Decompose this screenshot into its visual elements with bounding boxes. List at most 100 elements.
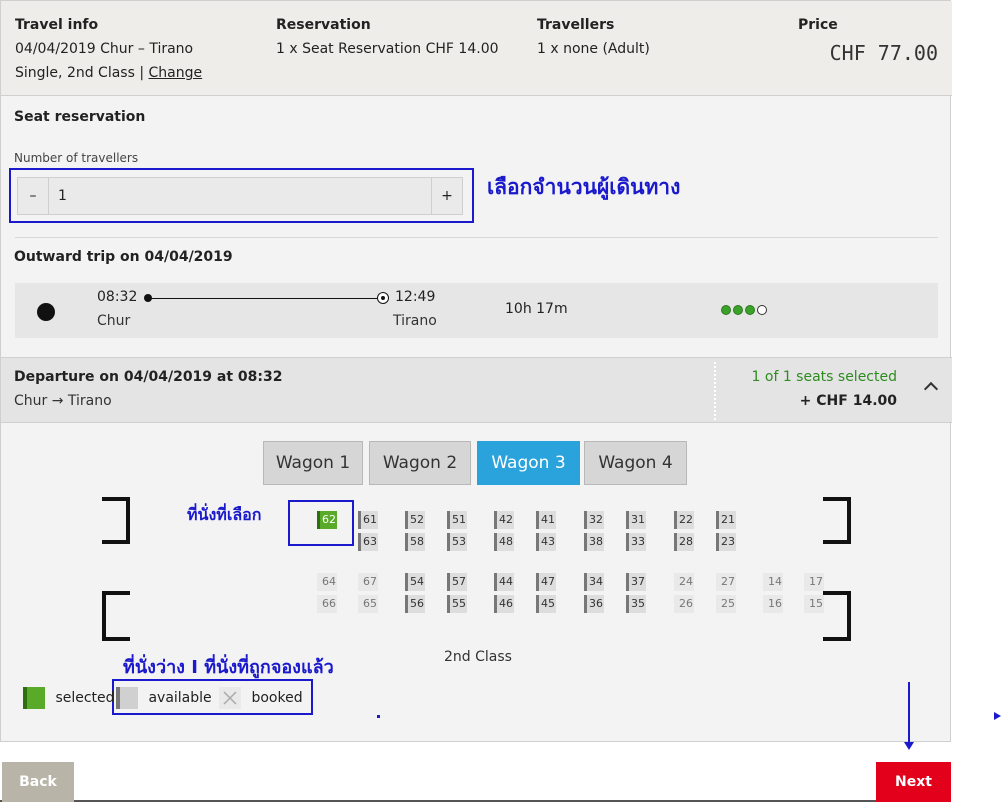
departure-station: Chur	[97, 313, 131, 329]
seat-48[interactable]: 48	[494, 533, 514, 551]
travellers-column: Travellers 1 x none (Adult)	[537, 13, 650, 61]
wagon-end-bracket-3	[102, 591, 130, 641]
seat-extra-price: + CHF 14.00	[799, 393, 897, 409]
price-column: Price	[798, 13, 838, 37]
annotation-travellers: เลือกจำนวนผู้เดินทาง	[487, 175, 681, 199]
next-button[interactable]: Next	[876, 762, 951, 802]
tab-wagon-4[interactable]: Wagon 4	[584, 441, 687, 485]
seat-55[interactable]: 55	[447, 595, 467, 613]
seat-25[interactable]: 25	[716, 595, 736, 613]
reservation-column: Reservation 1 x Seat Reservation CHF 14.…	[276, 13, 499, 61]
departure-title: Departure on 04/04/2019 at 08:32	[14, 369, 283, 385]
occupancy-dot-icon	[733, 305, 743, 315]
seat-22[interactable]: 22	[674, 511, 694, 529]
seat-27[interactable]: 27	[716, 573, 736, 591]
arrival-time: 12:49	[395, 289, 436, 305]
seat-67[interactable]: 67	[358, 573, 378, 591]
booking-panel: Travel info 04/04/2019 Chur – Tirano Sin…	[0, 0, 952, 742]
annotation-selected-seat: ที่นั่งที่เลือก	[187, 505, 262, 524]
seat-38[interactable]: 38	[584, 533, 604, 551]
seat-16[interactable]: 16	[763, 595, 783, 613]
seat-61[interactable]: 61	[358, 511, 378, 529]
seat-42[interactable]: 42	[494, 511, 514, 529]
occupancy-dot-icon	[745, 305, 755, 315]
tab-wagon-3[interactable]: Wagon 3	[477, 441, 580, 485]
arrow-right-icon	[994, 712, 1001, 720]
seat-57[interactable]: 57	[447, 573, 467, 591]
seat-51[interactable]: 51	[447, 511, 467, 529]
wagon-end-bracket-4	[823, 591, 851, 641]
seat-58[interactable]: 58	[405, 533, 425, 551]
seat-56[interactable]: 56	[405, 595, 425, 613]
travellers-heading: Travellers	[537, 17, 615, 33]
seat-37[interactable]: 37	[626, 573, 646, 591]
annotation-box-travellers	[9, 168, 474, 223]
chevron-up-icon[interactable]	[923, 381, 939, 397]
seat-15[interactable]: 15	[804, 595, 824, 613]
seat-33[interactable]: 33	[626, 533, 646, 551]
available-seat-icon	[116, 687, 138, 709]
reservation-line: 1 x Seat Reservation CHF 14.00	[276, 41, 499, 57]
travel-info-column: Travel info 04/04/2019 Chur – Tirano Sin…	[15, 13, 202, 85]
booking-summary: Travel info 04/04/2019 Chur – Tirano Sin…	[1, 1, 952, 96]
seat-64[interactable]: 64	[317, 573, 337, 591]
seat-52[interactable]: 52	[405, 511, 425, 529]
arrow-down-icon	[904, 742, 914, 750]
tab-wagon-1[interactable]: Wagon 1	[263, 441, 363, 485]
departure-bar[interactable]: Departure on 04/04/2019 at 08:32 Chur → …	[1, 357, 952, 423]
seat-53[interactable]: 53	[447, 533, 467, 551]
seat-14[interactable]: 14	[763, 573, 783, 591]
travellers-line: 1 x none (Adult)	[537, 41, 650, 57]
seat-24[interactable]: 24	[674, 573, 694, 591]
selected-seat-icon	[23, 687, 45, 709]
trip-row[interactable]: 08:32 Chur 12:49 Tirano 10h 17m	[15, 283, 938, 338]
arrival-station: Tirano	[393, 313, 437, 329]
seat-47[interactable]: 47	[536, 573, 556, 591]
seats-selected-status: 1 of 1 seats selected	[751, 369, 897, 385]
seat-46[interactable]: 46	[494, 595, 514, 613]
seat-63[interactable]: 63	[358, 533, 378, 551]
seat-36[interactable]: 36	[584, 595, 604, 613]
seat-32[interactable]: 32	[584, 511, 604, 529]
seat-54[interactable]: 54	[405, 573, 425, 591]
occupancy-dot-icon	[721, 305, 731, 315]
seat-44[interactable]: 44	[494, 573, 514, 591]
annotation-arrow	[908, 682, 910, 746]
occupancy-dot-icon	[757, 305, 767, 315]
arrival-target-icon	[377, 292, 389, 304]
outward-trip-title: Outward trip on 04/04/2019	[14, 249, 233, 265]
change-link[interactable]: Change	[149, 65, 203, 81]
travellers-count-label: Number of travellers	[14, 151, 139, 165]
seat-23[interactable]: 23	[716, 533, 736, 551]
departure-time: 08:32	[97, 289, 138, 305]
legend-booked: booked	[219, 687, 303, 709]
seat-21[interactable]: 21	[716, 511, 736, 529]
seat-34[interactable]: 34	[584, 573, 604, 591]
total-price: CHF 77.00	[829, 41, 938, 65]
travel-info-heading: Travel info	[15, 17, 99, 33]
legend-available: available	[116, 687, 212, 709]
annotation-box-selected-seat	[288, 500, 354, 546]
seat-45[interactable]: 45	[536, 595, 556, 613]
back-button[interactable]: Back	[2, 762, 74, 802]
annotation-legend: ที่นั่งว่าง I ที่นั่งที่ถูกจองแล้ว	[123, 657, 334, 678]
trip-duration: 10h 17m	[505, 301, 568, 317]
seat-reservation-title: Seat reservation	[14, 109, 146, 125]
seat-66[interactable]: 66	[317, 595, 337, 613]
seat-35[interactable]: 35	[626, 595, 646, 613]
tab-wagon-2[interactable]: Wagon 2	[369, 441, 471, 485]
seat-28[interactable]: 28	[674, 533, 694, 551]
travel-route: 04/04/2019 Chur – Tirano	[15, 41, 194, 57]
seat-31[interactable]: 31	[626, 511, 646, 529]
departure-route: Chur → Tirano	[14, 393, 112, 409]
seat-41[interactable]: 41	[536, 511, 556, 529]
legend-selected: selected	[23, 687, 115, 709]
seat-43[interactable]: 43	[536, 533, 556, 551]
legend-available-label: available	[148, 690, 212, 706]
seat-26[interactable]: 26	[674, 595, 694, 613]
class-label: 2nd Class	[444, 649, 512, 665]
ticket-type: Single, 2nd Class |	[15, 65, 149, 81]
seat-65[interactable]: 65	[358, 595, 378, 613]
seat-17[interactable]: 17	[804, 573, 824, 591]
wagon-end-bracket-2	[823, 497, 851, 544]
